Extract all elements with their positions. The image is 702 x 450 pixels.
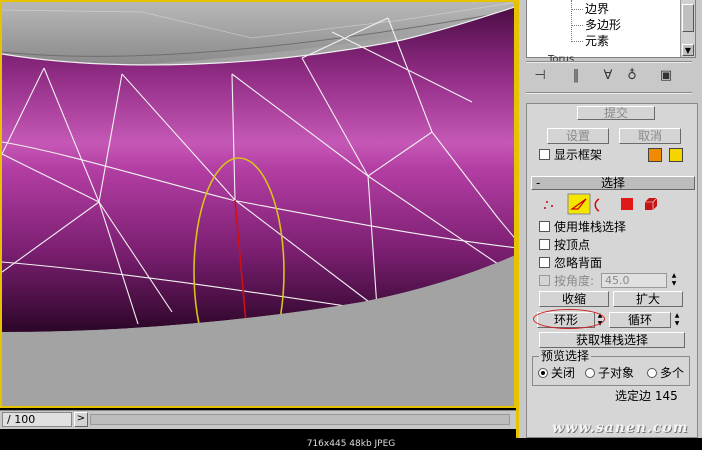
by-angle-label: 按角度: <box>554 274 595 288</box>
stack-toolbar: ⊣ ‖ ∀ ♁ ▣ <box>526 66 690 86</box>
element-level-icon[interactable] <box>645 197 658 210</box>
command-panel: 边界 多边形 元素 ▼ Torus ⊣ ‖ ∀ ♁ ▣ 提交 设置 取消 显示框… <box>516 0 702 438</box>
divider <box>526 92 692 94</box>
configure-modifier-sets-icon[interactable]: ▣ <box>656 66 676 86</box>
perspective-viewport[interactable] <box>0 0 516 408</box>
stack-scrollbar[interactable]: ▼ <box>680 0 695 57</box>
modifier-rollout-panel: 提交 设置 取消 显示框架 - 选择 使用堆栈选择 按顶点 忽略背面 按角度: … <box>526 103 698 438</box>
tree-branch-line <box>571 0 572 42</box>
by-stack-label: 使用堆栈选择 <box>554 220 627 234</box>
commit-button[interactable]: 提交 <box>577 106 655 120</box>
rollout-title: 选择 <box>600 176 625 190</box>
by-vertex-checkbox[interactable] <box>539 239 550 250</box>
by-angle-input[interactable]: 45.0 <box>601 273 667 288</box>
by-vertex-label: 按顶点 <box>554 238 591 252</box>
settings-button[interactable]: 设置 <box>547 128 609 144</box>
stack-root-label[interactable]: Torus <box>548 54 574 65</box>
frame-counter[interactable]: / 100 <box>2 412 72 427</box>
preview-selection-group: 预览选择 关闭 子对象 多个 <box>532 349 690 386</box>
edge-level-icon[interactable] <box>567 193 591 215</box>
vertex-level-icon[interactable] <box>544 201 553 209</box>
remove-modifier-icon[interactable]: ♁ <box>622 66 642 86</box>
ignore-backfacing-checkbox[interactable] <box>539 257 550 268</box>
by-stack-checkbox[interactable] <box>539 221 550 232</box>
scroll-down-arrow-icon[interactable]: ▼ <box>682 44 694 56</box>
show-cage-label: 显示框架 <box>554 148 603 162</box>
time-track[interactable] <box>90 414 510 425</box>
selection-rollout-header[interactable]: - 选择 <box>531 176 695 190</box>
watermark: www.sanen.com <box>552 420 689 436</box>
time-slider-bar: / 100 > <box>0 410 516 429</box>
border-level-icon[interactable] <box>594 198 600 212</box>
make-unique-icon[interactable]: ∀ <box>598 66 618 86</box>
panel-border <box>516 0 519 438</box>
next-frame-button[interactable]: > <box>74 412 88 427</box>
preview-off-radio[interactable] <box>538 368 548 378</box>
torus-mesh <box>2 2 514 406</box>
ignore-backfacing-label: 忽略背面 <box>554 256 603 270</box>
loop-button[interactable]: 循环 <box>609 312 671 328</box>
stack-item-element[interactable]: 元素 <box>585 33 609 49</box>
cancel-button[interactable]: 取消 <box>619 128 681 144</box>
preview-subobject-label: 子对象 <box>598 366 635 380</box>
selection-status: 选定边 145 <box>615 389 678 403</box>
shrink-button[interactable]: 收缩 <box>539 291 609 307</box>
loop-spinner-icon[interactable]: ▲ ▼ <box>672 312 682 328</box>
show-cage-checkbox[interactable] <box>539 149 550 160</box>
preview-selection-title: 预览选择 <box>539 349 592 363</box>
get-stack-selection-button[interactable]: 获取堆栈选择 <box>539 332 685 348</box>
tree-tick <box>571 25 583 26</box>
polygon-level-icon[interactable] <box>621 198 633 210</box>
stack-item-border[interactable]: 边界 <box>585 1 609 17</box>
image-caption: 716x445 48kb JPEG <box>0 438 702 450</box>
by-angle-checkbox[interactable] <box>539 275 550 286</box>
modifier-stack-list[interactable]: 边界 多边形 元素 ▼ <box>526 0 696 58</box>
preview-multi-label: 多个 <box>660 366 685 380</box>
cage-color-swatch-2[interactable] <box>669 148 683 162</box>
stack-item-polygon[interactable]: 多边形 <box>585 17 621 33</box>
preview-multi-radio[interactable] <box>647 368 657 378</box>
show-end-result-icon[interactable]: ‖ <box>566 66 586 86</box>
by-angle-spinner-icon[interactable]: ▲ ▼ <box>669 272 679 288</box>
tree-tick <box>571 41 583 42</box>
grow-button[interactable]: 扩大 <box>613 291 683 307</box>
tree-tick <box>571 9 583 10</box>
preview-subobject-radio[interactable] <box>585 368 595 378</box>
divider <box>526 61 692 63</box>
ring-highlight-annotation <box>533 309 605 329</box>
cage-color-swatch-1[interactable] <box>648 148 662 162</box>
scroll-thumb[interactable] <box>682 4 694 32</box>
pin-stack-icon[interactable]: ⊣ <box>530 66 550 86</box>
subobject-level-toolbar <box>541 193 691 215</box>
preview-off-label: 关闭 <box>551 366 576 380</box>
